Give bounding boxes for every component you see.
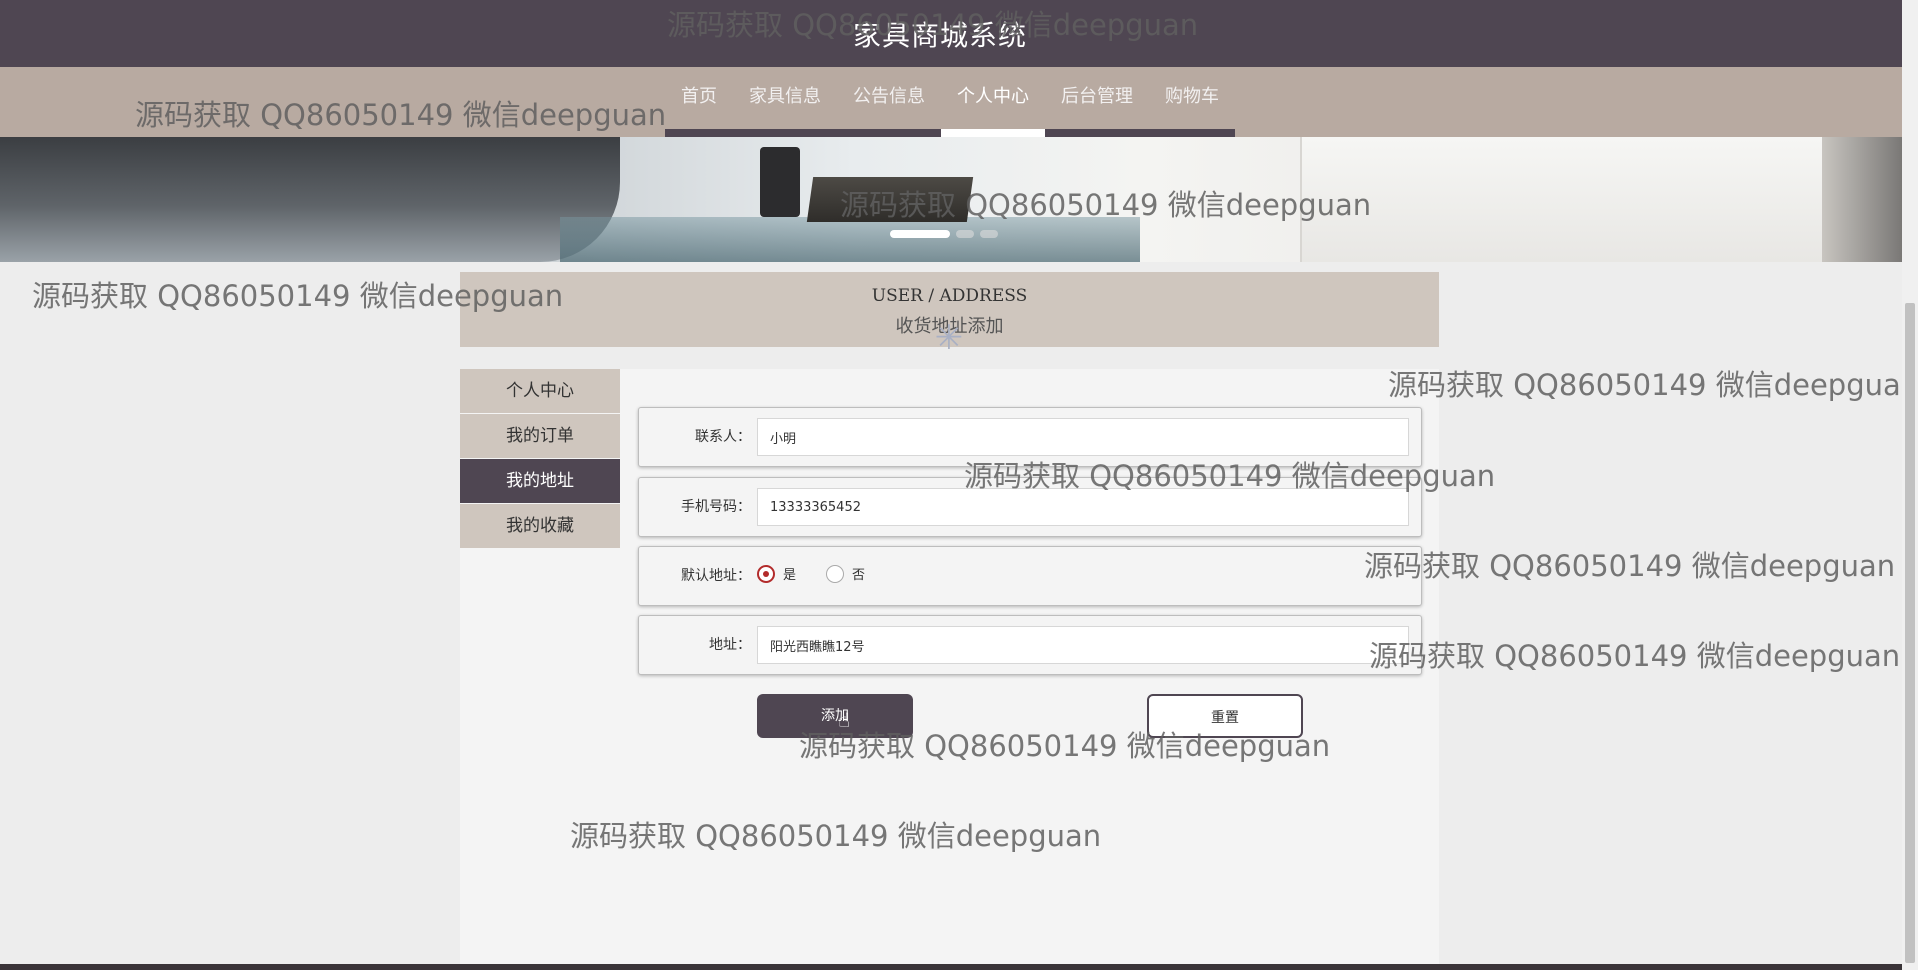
top-header: 家具商城系统 [0,0,1902,67]
radio-yes-label: 是 [783,568,797,583]
nav-item-label: 首页 [681,86,717,107]
nav-underbar [1045,129,1149,137]
address-row: 地址： [638,615,1422,675]
watermark-text: 源码获取 QQ86050149 微信deepguan [1364,549,1896,583]
loading-spinner-icon: ✳ [934,318,964,358]
reset-button[interactable]: 重置 [1147,694,1303,738]
contact-input[interactable] [757,418,1409,456]
address-input[interactable] [757,626,1409,664]
phone-row: 手机号码： [638,477,1422,537]
carousel-dot[interactable] [956,230,974,238]
contact-row: 联系人： [638,407,1422,467]
main-nav: 首页 家具信息 公告信息 个人中心 后台管理 购物车 [0,67,1902,137]
phone-label: 手机号码： [681,499,751,515]
nav-items: 首页 家具信息 公告信息 个人中心 后台管理 购物车 [665,67,1235,137]
nav-underbar [1149,129,1235,137]
nav-underbar [733,129,837,137]
default-address-label: 默认地址： [681,568,751,584]
scrollbar-thumb[interactable] [1905,303,1915,963]
banner-sofa-image [0,137,620,262]
nav-underbar [837,129,941,137]
site-title: 家具商城系统 [852,19,1027,52]
default-address-radio-group: 是 否 [757,564,895,583]
sidebar-item-personal-center[interactable]: 个人中心 [460,369,620,413]
nav-item-cart[interactable]: 购物车 [1149,67,1235,137]
watermark-text: 源码获取 QQ86050149 微信deepguan [1369,639,1901,673]
nav-item-label: 后台管理 [1061,86,1133,107]
banner-mug-image [760,147,800,217]
phone-input[interactable] [757,488,1409,526]
sidebar-menu: 个人中心 我的订单 我的地址 我的收藏 [460,369,620,549]
vertical-scrollbar[interactable] [1902,0,1918,970]
nav-item-personal-center[interactable]: 个人中心 [941,67,1045,137]
watermark-text: 源码获取 QQ86050149 微信deepguan [1388,368,1918,402]
address-label: 地址： [709,637,751,653]
banner-books-image [806,177,974,222]
sidebar-item-my-orders[interactable]: 我的订单 [460,414,620,458]
main-panel: 个人中心 我的订单 我的地址 我的收藏 联系人： 手机号码： 默认地址： 是 否… [460,369,1439,970]
nav-underbar [665,129,733,137]
nav-item-label: 个人中心 [957,86,1029,107]
nav-item-label: 家具信息 [749,86,821,107]
radio-yes[interactable] [757,564,775,583]
nav-item-label: 购物车 [1165,86,1219,107]
banner-cabinet-image [1300,137,1882,262]
nav-item-notices[interactable]: 公告信息 [837,67,941,137]
nav-underbar-active [941,129,1045,137]
carousel-dot[interactable] [890,230,950,238]
nav-item-admin[interactable]: 后台管理 [1045,67,1149,137]
bottom-footer-edge [0,964,1902,970]
page-title-en: USER / ADDRESS [871,286,1028,306]
hero-banner [0,137,1902,262]
contact-label: 联系人： [695,429,751,445]
carousel-dot[interactable] [980,230,998,238]
nav-item-label: 公告信息 [853,86,925,107]
banner-edge-image [1822,137,1902,262]
sidebar-item-my-address[interactable]: 我的地址 [460,459,620,503]
carousel-dots [890,230,998,238]
radio-no-label: 否 [852,568,866,583]
banner-table-image [560,217,1140,262]
add-button[interactable]: 添加 [757,694,913,738]
nav-item-home[interactable]: 首页 [665,67,733,137]
sidebar-item-my-favorites[interactable]: 我的收藏 [460,504,620,548]
mouse-pointer-icon: ☝ [838,708,851,732]
nav-item-furniture[interactable]: 家具信息 [733,67,837,137]
default-address-row: 默认地址： 是 否 [638,546,1422,606]
radio-no[interactable] [826,564,845,583]
